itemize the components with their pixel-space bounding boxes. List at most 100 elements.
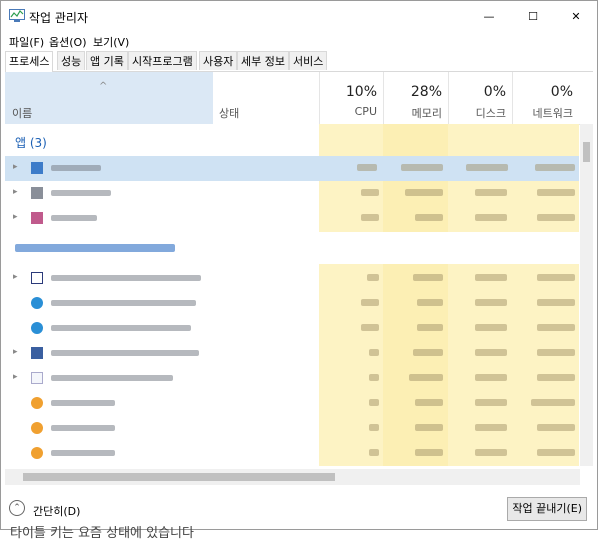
close-icon: ✕ <box>571 9 581 23</box>
blurred-cpu <box>369 424 379 431</box>
minimize-button[interactable]: — <box>467 1 511 31</box>
blurred-network <box>535 164 575 171</box>
tab-performance[interactable]: 성능 <box>57 51 86 70</box>
blurred-network <box>537 449 575 456</box>
blurred-network <box>537 274 575 281</box>
task-manager-window: 작업 관리자 — ☐ ✕ 파일(F) 옵션(O) 보기(V) 프로세스 성능 앱… <box>0 0 598 530</box>
blurred-process-name <box>51 215 97 221</box>
process-icon <box>31 272 43 284</box>
tab-details[interactable]: 세부 정보 <box>237 51 289 70</box>
table-row[interactable] <box>5 391 579 416</box>
disk-total: 0% <box>483 84 506 100</box>
blurred-disk <box>475 449 507 456</box>
table-row[interactable]: ▸ <box>5 266 579 291</box>
blurred-cpu <box>357 164 377 171</box>
tab-services[interactable]: 서비스 <box>289 51 328 70</box>
expand-chevron-icon[interactable]: ▸ <box>13 272 18 282</box>
tab-startup[interactable]: 시작프로그램 <box>128 51 197 70</box>
blurred-network <box>531 399 575 406</box>
blurred-memory <box>417 324 443 331</box>
table-row[interactable]: ▸ <box>5 341 579 366</box>
process-icon <box>31 212 43 224</box>
blurred-network <box>537 214 575 221</box>
blurred-cpu <box>361 324 379 331</box>
table-row[interactable] <box>5 441 579 466</box>
blurred-memory <box>405 189 443 196</box>
process-icon <box>31 347 43 359</box>
expand-chevron-icon[interactable]: ▸ <box>13 212 18 222</box>
blurred-disk <box>475 374 507 381</box>
expand-chevron-icon[interactable]: ▸ <box>13 187 18 197</box>
blurred-memory <box>413 349 443 356</box>
process-list: ^ 이름 상태 10% CPU 28% 메모리 0% 디스크 0% 네트워크 앱… <box>5 72 593 466</box>
process-icon <box>31 322 43 334</box>
column-name[interactable]: ^ 이름 <box>5 72 213 124</box>
blurred-process-name <box>51 450 115 456</box>
blurred-cpu <box>361 214 379 221</box>
blurred-cpu <box>367 274 379 281</box>
blurred-memory <box>401 164 443 171</box>
blurred-cpu <box>369 374 379 381</box>
process-icon <box>31 447 43 459</box>
table-row[interactable]: ▸ <box>5 206 579 231</box>
blurred-process-name <box>51 165 101 171</box>
end-task-button[interactable]: 작업 끝내기(E) <box>507 497 587 521</box>
horizontal-scrollbar[interactable] <box>5 469 580 485</box>
table-row[interactable] <box>5 316 579 341</box>
blurred-cpu <box>361 189 379 196</box>
tab-app-history[interactable]: 앱 기록 <box>86 51 128 70</box>
process-icon <box>31 162 43 174</box>
group-background-header[interactable] <box>15 244 175 252</box>
column-status-label: 상태 <box>219 107 240 120</box>
blurred-memory <box>417 299 443 306</box>
tab-bar: 프로세스 성능 앱 기록 시작프로그램 사용자 세부 정보 서비스 <box>5 51 593 72</box>
column-status[interactable]: 상태 <box>213 72 319 124</box>
expand-chevron-icon[interactable]: ▸ <box>13 372 18 382</box>
blurred-process-name <box>51 425 115 431</box>
column-network[interactable]: 0% 네트워크 <box>512 72 579 124</box>
blurred-disk <box>475 424 507 431</box>
blurred-disk <box>475 214 507 221</box>
process-icon <box>31 422 43 434</box>
table-row[interactable]: ▸ <box>5 366 579 391</box>
blurred-memory <box>409 374 443 381</box>
blurred-process-name <box>51 325 191 331</box>
blurred-cpu <box>369 449 379 456</box>
group-apps-bg <box>5 124 319 154</box>
network-total: 0% <box>550 84 573 100</box>
expand-chevron-icon[interactable]: ▸ <box>13 162 18 172</box>
table-row[interactable]: ▸ <box>5 181 579 206</box>
network-label: 네트워크 <box>532 107 573 120</box>
group-apps-header[interactable]: 앱 (3) <box>15 134 47 151</box>
footer-bar: ⌃ 간단히(D) 작업 끝내기(E) <box>1 495 597 525</box>
blurred-network <box>537 349 575 356</box>
column-disk[interactable]: 0% 디스크 <box>448 72 512 124</box>
column-name-label: 이름 <box>12 107 33 120</box>
menu-options[interactable]: 옵션(O) <box>49 34 86 50</box>
table-row[interactable] <box>5 416 579 441</box>
tab-processes[interactable]: 프로세스 <box>5 51 54 72</box>
blurred-network <box>537 189 575 196</box>
expand-chevron-icon[interactable]: ▸ <box>13 347 18 357</box>
menu-view[interactable]: 보기(V) <box>93 34 129 50</box>
column-cpu[interactable]: 10% CPU <box>319 72 383 124</box>
horizontal-scroll-thumb[interactable] <box>23 473 335 481</box>
column-memory[interactable]: 28% 메모리 <box>383 72 448 124</box>
table-row[interactable] <box>5 291 579 316</box>
maximize-icon: ☐ <box>528 9 538 23</box>
background-text: 타이틀 키는 요즘 상태에 있습니다 <box>10 526 194 541</box>
blurred-process-name <box>51 350 199 356</box>
vertical-scrollbar[interactable] <box>580 124 593 466</box>
menu-file[interactable]: 파일(F) <box>9 34 44 50</box>
memory-total: 28% <box>410 84 442 100</box>
close-button[interactable]: ✕ <box>554 1 598 31</box>
blurred-network <box>537 424 575 431</box>
table-row[interactable]: ▸ <box>5 156 579 181</box>
vertical-scroll-thumb[interactable] <box>583 142 590 162</box>
maximize-button[interactable]: ☐ <box>511 1 555 31</box>
process-icon <box>31 187 43 199</box>
blurred-network <box>537 374 575 381</box>
minimize-icon: — <box>483 9 495 23</box>
blurred-memory <box>413 274 443 281</box>
tab-users[interactable]: 사용자 <box>199 51 238 70</box>
